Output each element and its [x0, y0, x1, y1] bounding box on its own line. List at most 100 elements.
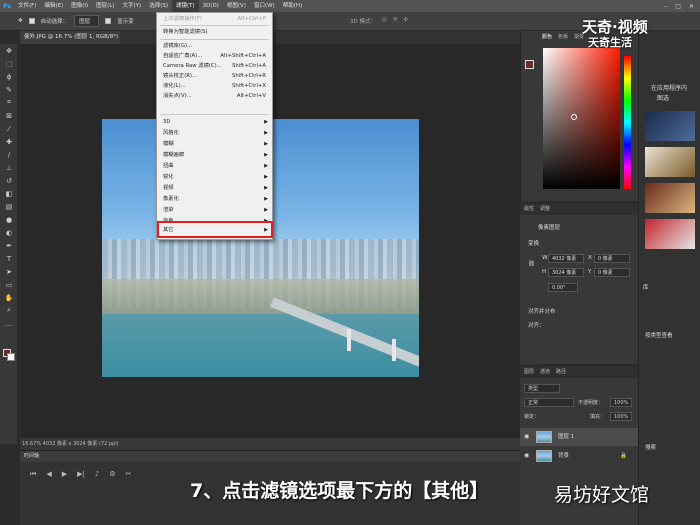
blend-mode-dropdown[interactable]: 正常	[524, 398, 574, 407]
menu-item-3d[interactable]: 3D ▶	[157, 117, 272, 127]
audio-icon[interactable]: ♪	[95, 470, 99, 479]
library-thumbnail[interactable]	[645, 147, 695, 177]
3d-pan-icon[interactable]: ✣	[403, 17, 408, 25]
library-sort-label[interactable]: 按类型查看	[645, 331, 673, 339]
first-frame-icon[interactable]: ⏮	[30, 470, 36, 479]
document-tab[interactable]: 曼外.JPG @ 16.7% (图层 1, RGB/8*) ×	[20, 31, 120, 53]
menu-layer[interactable]: 图层(L)	[92, 0, 118, 12]
menu-item-blur-gallery[interactable]: 模糊画廊 ▶	[157, 150, 272, 160]
angle-field[interactable]: 0.00°	[548, 283, 578, 292]
menu-edit[interactable]: 编辑(E)	[40, 0, 67, 12]
rectangle-tool-icon[interactable]: ▭	[0, 278, 18, 291]
y-field[interactable]: 0 像素	[594, 268, 630, 277]
more-tools-icon[interactable]: …	[0, 317, 18, 330]
link-icon[interactable]: ⛓	[528, 261, 535, 267]
menu-item-render[interactable]: 渲染 ▶	[157, 205, 272, 215]
menu-item-vanishing-point[interactable]: 消失点(V)... Alt+Ctrl+V	[157, 91, 272, 101]
tab-layers[interactable]: 图层	[524, 366, 534, 378]
move-tool-icon[interactable]: ✥	[18, 18, 23, 24]
color-swatch-icon[interactable]	[525, 60, 534, 69]
layer-filter-dropdown[interactable]: 类型	[524, 384, 560, 393]
menu-item-lens-correction[interactable]: 镜头校正(R)... Shift+Ctrl+R	[157, 71, 272, 81]
layer-row[interactable]: ◉ 背景 🔒	[520, 447, 638, 465]
auto-select-checkbox[interactable]	[28, 18, 35, 24]
visibility-eye-icon[interactable]: ◉	[524, 428, 529, 446]
menu-item-convert-smart-filters[interactable]: 转换为智能滤镜(S)	[157, 27, 272, 37]
path-select-tool-icon[interactable]: ➤	[0, 265, 18, 278]
tab-paths[interactable]: 路径	[556, 366, 566, 378]
blur-tool-icon[interactable]: ●	[0, 213, 18, 226]
menu-select[interactable]: 选择(S)	[145, 0, 172, 12]
history-brush-tool-icon[interactable]: ↺	[0, 174, 18, 187]
menu-type[interactable]: 文字(Y)	[119, 0, 146, 12]
hue-slider[interactable]	[624, 56, 631, 189]
menu-item-blur[interactable]: 模糊 ▶	[157, 139, 272, 149]
tab-properties[interactable]: 属性	[524, 203, 534, 215]
menu-item-liquify[interactable]: 液化(L)... Shift+Ctrl+X	[157, 81, 272, 91]
menu-image[interactable]: 图像(I)	[67, 0, 92, 12]
prev-frame-icon[interactable]: ◀	[46, 470, 51, 479]
clone-stamp-tool-icon[interactable]: ⊥	[0, 161, 18, 174]
gradient-tool-icon[interactable]: ▤	[0, 200, 18, 213]
menu-item-stylize[interactable]: 风格化 ▶	[157, 128, 272, 138]
library-tab-label[interactable]: 库	[643, 283, 649, 291]
maximize-icon[interactable]: □	[675, 3, 681, 10]
library-thumbnail[interactable]	[645, 219, 695, 249]
eyedropper-tool-icon[interactable]: ⁄	[0, 122, 18, 135]
menu-view[interactable]: 视图(V)	[223, 0, 250, 12]
menu-help[interactable]: 帮助(H)	[279, 0, 306, 12]
dodge-tool-icon[interactable]: ◐	[0, 226, 18, 239]
close-icon[interactable]: ✕	[689, 3, 694, 10]
eraser-tool-icon[interactable]: ◧	[0, 187, 18, 200]
menu-file[interactable]: 文件(F)	[14, 0, 40, 12]
menu-item-video[interactable]: 视频 ▶	[157, 183, 272, 193]
menu-3d[interactable]: 3D(D)	[199, 0, 223, 12]
tab-adjustments[interactable]: 调整	[540, 203, 550, 215]
menu-item-sharpen[interactable]: 锐化 ▶	[157, 172, 272, 182]
quick-select-tool-icon[interactable]: ✎	[0, 83, 18, 96]
menu-window[interactable]: 窗口(W)	[250, 0, 279, 12]
tab-color[interactable]: 颜色	[542, 31, 552, 43]
visibility-eye-icon[interactable]: ◉	[524, 447, 529, 465]
height-field[interactable]: 3024 像素	[548, 268, 584, 277]
x-field[interactable]: 0 像素	[594, 254, 630, 263]
zoom-tool-icon[interactable]: ⌕	[0, 304, 18, 317]
settings-icon[interactable]: ⚙	[109, 470, 115, 479]
pen-tool-icon[interactable]: ✒	[0, 239, 18, 252]
tab-swatches[interactable]: 色板	[558, 31, 568, 43]
menu-item-pixelate[interactable]: 像素化 ▶	[157, 194, 272, 204]
menu-item-distort[interactable]: 扭曲 ▶	[157, 161, 272, 171]
healing-brush-tool-icon[interactable]: ✚	[0, 135, 18, 148]
frame-tool-icon[interactable]: ⊠	[0, 109, 18, 122]
opacity-field[interactable]: 100%	[610, 398, 632, 407]
marquee-tool-icon[interactable]: ⬚	[0, 57, 18, 70]
show-transform-checkbox[interactable]	[105, 18, 112, 24]
tab-channels[interactable]: 通道	[540, 366, 550, 378]
menu-item-last-filter[interactable]: 上次滤镜操作(F) Alt+Ctrl+F	[157, 14, 272, 24]
color-saturation-field[interactable]	[543, 48, 620, 189]
background-color-swatch[interactable]	[7, 353, 15, 361]
menu-item-adaptive-wide-angle[interactable]: 自适应广角(A)... Alt+Shift+Ctrl+A	[157, 51, 272, 61]
split-icon[interactable]: ✂	[126, 470, 132, 479]
color-picker-cursor[interactable]	[571, 114, 577, 120]
width-field[interactable]: 4032 像素	[548, 254, 584, 263]
menu-item-filter-gallery[interactable]: 滤镜库(G)...	[157, 41, 272, 51]
auto-select-dropdown[interactable]: 图层	[74, 15, 100, 27]
3d-roll-icon[interactable]: ⟲	[393, 17, 398, 25]
library-search-label[interactable]: 搜索	[645, 443, 656, 451]
lasso-tool-icon[interactable]: ϕ	[0, 70, 18, 83]
3d-orbit-icon[interactable]: ◎	[382, 17, 387, 25]
move-tool-icon[interactable]: ✥	[0, 44, 18, 57]
type-tool-icon[interactable]: T	[0, 252, 18, 265]
next-frame-icon[interactable]: ▶|	[77, 470, 85, 479]
library-thumbnail[interactable]	[645, 183, 695, 213]
layer-row[interactable]: ◉ 图层 1	[520, 428, 638, 446]
menu-item-camera-raw[interactable]: Camera Raw 滤镜(C)... Shift+Ctrl+A	[157, 61, 272, 71]
minimize-icon[interactable]: –	[664, 3, 667, 10]
library-thumbnail[interactable]	[645, 111, 695, 141]
menu-filter[interactable]: 滤镜(T)	[171, 0, 199, 12]
crop-tool-icon[interactable]: ⌗	[0, 96, 18, 109]
play-icon[interactable]: ▶	[62, 470, 67, 479]
fill-field[interactable]: 100%	[610, 412, 632, 421]
brush-tool-icon[interactable]: ∕	[0, 148, 18, 161]
